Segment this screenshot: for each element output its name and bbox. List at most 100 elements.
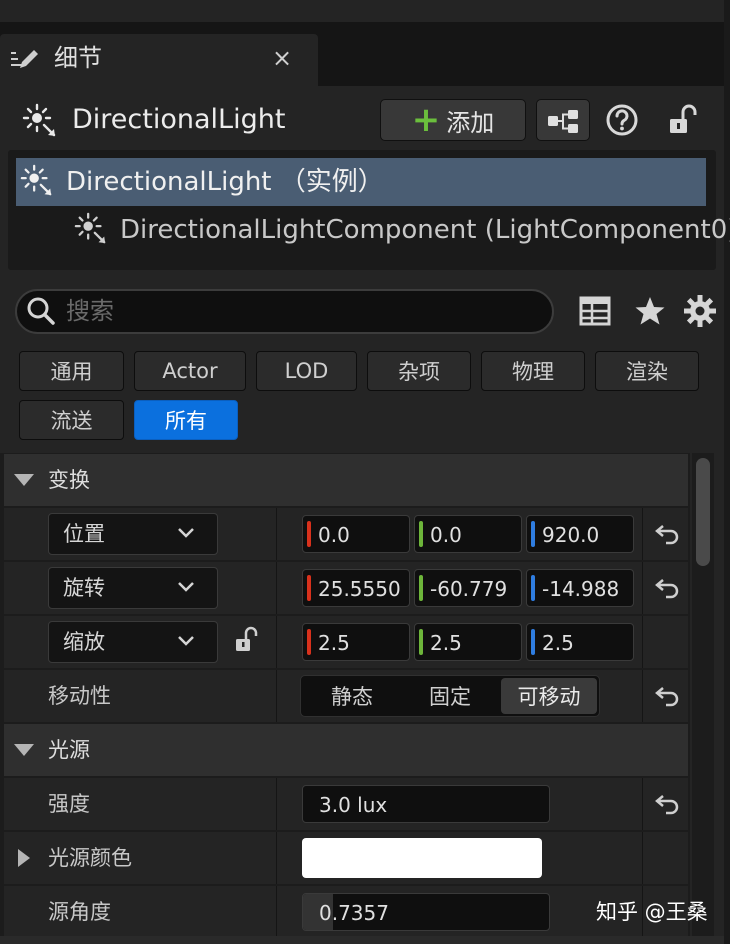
light-color-swatch[interactable] bbox=[302, 838, 542, 878]
collapse-arrow-icon[interactable] bbox=[14, 474, 34, 486]
row-divider bbox=[276, 508, 277, 560]
add-button-label: 添加 bbox=[446, 108, 495, 137]
location-z-field[interactable]: 920.0 bbox=[526, 515, 634, 553]
scale-mode-dropdown[interactable]: 缩放 bbox=[48, 621, 218, 663]
rotation-x-field[interactable]: 25.5550 bbox=[302, 569, 410, 607]
location-mode-dropdown[interactable]: 位置 bbox=[48, 513, 218, 555]
scale-z-field[interactable]: 2.5 bbox=[526, 623, 634, 661]
tree-item-component-label[interactable]: DirectionalLightComponent (LightComponen… bbox=[120, 210, 730, 250]
filter-all[interactable]: 所有 bbox=[134, 400, 238, 440]
expand-arrow-icon[interactable] bbox=[18, 849, 30, 867]
details-tab[interactable] bbox=[0, 34, 318, 86]
source-angle-slider[interactable]: 0.7357 bbox=[302, 893, 550, 931]
rotation-x-value: 25.5550 bbox=[318, 577, 401, 601]
directional-light-icon bbox=[74, 212, 106, 244]
section-header-light[interactable] bbox=[4, 724, 688, 776]
filter-lod[interactable]: LOD bbox=[256, 351, 357, 391]
scale-label: 缩放 bbox=[63, 630, 105, 654]
filter-misc[interactable]: 杂项 bbox=[367, 351, 471, 391]
intensity-label: 强度 bbox=[48, 792, 90, 816]
blueprint-button[interactable] bbox=[536, 99, 590, 141]
source-angle-value: 0.7357 bbox=[319, 901, 389, 925]
rotation-y-field[interactable]: -60.779 bbox=[414, 569, 522, 607]
y-axis-marker bbox=[419, 629, 423, 655]
rotation-z-field[interactable]: -14.988 bbox=[526, 569, 634, 607]
filter-physics[interactable]: 物理 bbox=[481, 351, 585, 391]
close-tab-button[interactable]: × bbox=[272, 42, 292, 74]
light-color-label: 光源颜色 bbox=[48, 846, 132, 870]
add-component-button[interactable]: + 添加 bbox=[380, 99, 526, 141]
intensity-input[interactable]: 3.0 lux bbox=[302, 785, 550, 823]
mobility-option-static[interactable]: 静态 bbox=[304, 678, 400, 714]
mobility-option-stationary[interactable]: 固定 bbox=[402, 678, 498, 714]
tab-title: 细节 bbox=[54, 44, 102, 72]
source-angle-label: 源角度 bbox=[48, 900, 111, 924]
location-y-value: 0.0 bbox=[430, 523, 462, 547]
rotation-z-value: -14.988 bbox=[542, 577, 620, 601]
row-divider bbox=[276, 832, 277, 884]
chevron-down-icon bbox=[178, 582, 194, 592]
section-label-light: 光源 bbox=[48, 738, 90, 762]
scale-x-field[interactable]: 2.5 bbox=[302, 623, 410, 661]
x-axis-marker bbox=[307, 575, 311, 601]
blueprint-graph-icon bbox=[548, 110, 578, 133]
tree-item-instance-label: DirectionalLight （实例） bbox=[66, 167, 384, 197]
details-pencil-icon bbox=[11, 50, 38, 68]
location-x-value: 0.0 bbox=[318, 523, 350, 547]
filter-rendering[interactable]: 渲染 bbox=[595, 351, 699, 391]
reset-location-icon[interactable] bbox=[654, 520, 682, 548]
z-axis-marker bbox=[531, 629, 535, 655]
scrollbar-thumb[interactable] bbox=[696, 458, 710, 566]
scale-y-field[interactable]: 2.5 bbox=[414, 623, 522, 661]
mobility-label: 移动性 bbox=[48, 684, 111, 708]
reset-mobility-icon[interactable] bbox=[654, 682, 682, 710]
rotation-label: 旋转 bbox=[63, 576, 105, 600]
row-divider bbox=[276, 778, 277, 830]
section-header-transform[interactable] bbox=[4, 454, 688, 506]
bottom-strip bbox=[0, 936, 724, 944]
unlock-icon[interactable] bbox=[666, 102, 700, 138]
mobility-option-movable[interactable]: 可移动 bbox=[501, 678, 597, 714]
reset-rotation-icon[interactable] bbox=[654, 574, 682, 602]
chevron-down-icon bbox=[178, 528, 194, 538]
directional-light-icon bbox=[20, 164, 52, 196]
filter-streaming[interactable]: 流送 bbox=[19, 400, 124, 440]
row-divider bbox=[642, 508, 643, 560]
location-x-field[interactable]: 0.0 bbox=[302, 515, 410, 553]
row-divider bbox=[642, 778, 643, 830]
row-divider bbox=[276, 670, 277, 722]
y-axis-marker bbox=[419, 521, 423, 547]
rotation-y-value: -60.779 bbox=[430, 577, 508, 601]
row-divider bbox=[276, 886, 277, 938]
search-icon bbox=[27, 297, 55, 325]
collapse-arrow-icon[interactable] bbox=[14, 744, 34, 756]
scale-lock-icon[interactable] bbox=[232, 625, 262, 655]
row-divider bbox=[642, 832, 643, 884]
location-label: 位置 bbox=[63, 522, 105, 546]
intensity-value: 3.0 lux bbox=[319, 793, 388, 817]
filter-common[interactable]: 通用 bbox=[19, 351, 124, 391]
x-axis-marker bbox=[307, 521, 311, 547]
row-divider bbox=[642, 616, 643, 668]
watermark: 知乎 @王桑 bbox=[596, 900, 708, 924]
z-axis-marker bbox=[531, 575, 535, 601]
scale-y-value: 2.5 bbox=[430, 631, 462, 655]
location-y-field[interactable]: 0.0 bbox=[414, 515, 522, 553]
row-divider bbox=[276, 616, 277, 668]
filter-actor[interactable]: Actor bbox=[134, 351, 246, 391]
rotation-mode-dropdown[interactable]: 旋转 bbox=[48, 567, 218, 609]
actor-name: DirectionalLight bbox=[72, 104, 286, 135]
z-axis-marker bbox=[531, 521, 535, 547]
location-z-value: 920.0 bbox=[542, 523, 600, 547]
plus-icon: + bbox=[411, 100, 441, 140]
reset-intensity-icon[interactable] bbox=[654, 790, 682, 818]
x-axis-marker bbox=[307, 629, 311, 655]
table-view-icon[interactable] bbox=[578, 294, 612, 328]
search-input[interactable] bbox=[66, 292, 536, 330]
row-divider bbox=[276, 562, 277, 614]
star-icon[interactable] bbox=[632, 293, 668, 329]
row-divider bbox=[642, 670, 643, 722]
scale-x-value: 2.5 bbox=[318, 631, 350, 655]
gear-icon[interactable] bbox=[682, 293, 718, 329]
help-icon[interactable] bbox=[604, 102, 640, 138]
